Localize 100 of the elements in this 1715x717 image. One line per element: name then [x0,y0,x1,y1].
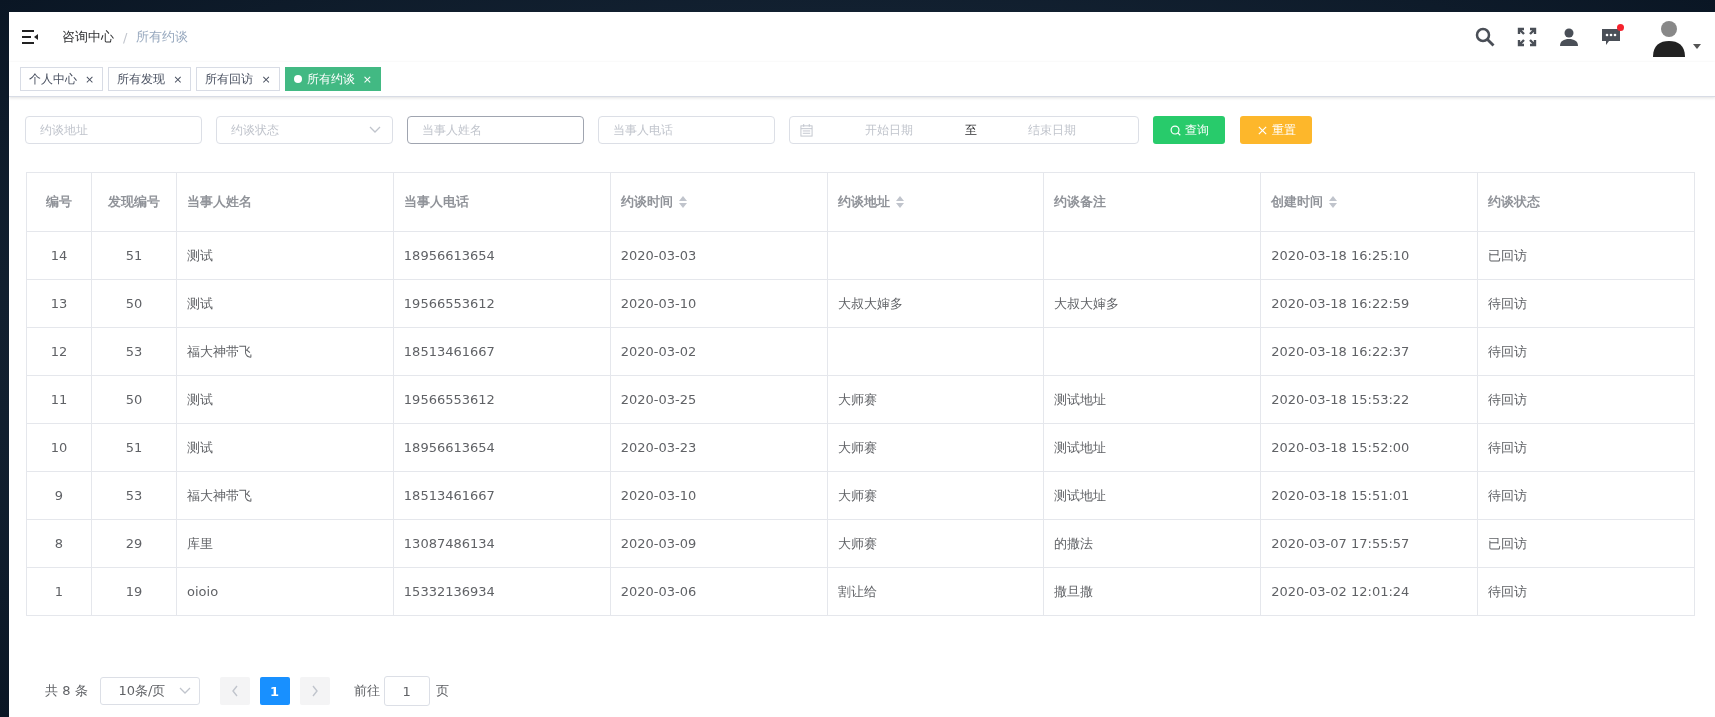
breadcrumb-item: 所有约谈 [136,28,189,46]
range-separator: 至 [964,121,977,139]
table-cell: 15332136934 [403,584,495,599]
table-cell: 50 [125,392,143,407]
table-cell: 18513461667 [403,344,495,359]
column-header: 当事人电话 [393,173,611,232]
table-cell: 2020-03-18 15:53:22 [1271,392,1410,407]
chevron-right-icon [310,685,319,697]
table-cell: 10 [50,440,68,455]
table-cell: 2020-03-18 16:22:59 [1271,296,1410,311]
column-header: 发现编号 [92,173,177,232]
start-date-input[interactable]: 开始日期 [813,122,965,138]
select-field[interactable]: 约谈状态 [216,116,393,144]
table-cell: 大师赛 [837,486,877,505]
column-header: 当事人姓名 [177,173,394,232]
table-cell: 2020-03-06 [620,584,697,599]
calendar-icon [800,123,813,137]
breadcrumb-separator: / [123,29,128,45]
table-cell: 割让给 [837,582,877,601]
goto-label: 前往 [353,682,380,700]
table-cell: 测试地址 [1054,486,1107,505]
table-cell: 19566553612 [403,392,495,407]
column-header: 约谈状态 [1478,173,1695,232]
table-cell: 12 [50,344,68,359]
table-cell: 福大神带飞 [187,486,252,505]
table-cell: 测试 [187,438,213,457]
table-cell: 库里 [187,534,213,553]
table-cell: 2020-03-18 15:52:00 [1271,440,1410,455]
page-input[interactable]: 1 [383,676,430,706]
table-cell: 待回访 [1488,342,1528,361]
chevron-down-icon [178,687,191,695]
table-cell: 大叔大婶多 [1054,294,1120,313]
table-cell: 19 [125,584,143,599]
table-cell: 2020-03-25 [620,392,697,407]
close-icon[interactable]: × [85,72,95,86]
table-cell: 29 [125,536,143,551]
date-range-field[interactable]: 开始日期 至 结束日期 [789,116,1139,144]
table-cell: 14 [50,248,68,263]
tab[interactable]: 所有回访 × [196,67,280,91]
table-cell: 大师赛 [837,390,877,409]
table-cell: 53 [125,488,143,503]
table-cell: 53 [125,344,143,359]
table-cell: 测试 [187,246,213,265]
table-cell: 18956613654 [403,248,495,263]
search-icon [1169,124,1181,136]
total-count: 共 8 条 [45,682,88,700]
table-cell: 2020-03-18 15:51:01 [1271,488,1410,503]
search-icon[interactable] [1475,27,1495,47]
table-cell: 福大神带飞 [187,342,252,361]
table-cell: 13 [50,296,68,311]
table-cell: 13087486134 [403,536,495,551]
table-cell: 测试地址 [1054,390,1107,409]
table-cell: 大叔大婶多 [837,294,903,313]
active-dot-icon [293,75,302,83]
page-unit: 页 [435,682,449,700]
table-cell: 2020-03-03 [620,248,697,263]
caret-icon[interactable] [1693,43,1701,49]
table-cell: 2020-03-18 16:25:10 [1271,248,1410,263]
table-cell: 测试地址 [1054,438,1107,457]
tab-label[interactable]: 所有回访 [205,70,254,88]
table-cell: 2020-03-10 [620,296,697,311]
table-cell: 大师赛 [837,534,877,553]
table-cell: 2020-03-23 [620,440,697,455]
page-size-select[interactable]: 10条/页 [99,677,200,705]
table-cell: 1 [54,584,64,599]
fullscreen-icon[interactable] [1517,27,1537,47]
table-cell: 8 [54,536,64,551]
table-cell: 测试 [187,294,213,313]
close-icon[interactable]: × [173,72,183,86]
table-cell: 18513461667 [403,488,495,503]
table-cell: 51 [125,248,143,263]
table-cell: oioio [187,584,219,599]
table-cell: 19566553612 [403,296,495,311]
close-icon [1256,124,1268,136]
table-cell: 50 [125,296,143,311]
breadcrumb-item[interactable]: 咨询中心 [62,28,114,46]
table-cell: 2020-03-18 16:22:37 [1271,344,1410,359]
table-cell: 已回访 [1488,246,1528,265]
tab-label[interactable]: 所有发现 [117,70,166,88]
table-cell: 2020-03-09 [620,536,697,551]
table-cell: 2020-03-02 12:01:24 [1271,584,1410,599]
table-cell: 待回访 [1488,390,1528,409]
table-cell: 2020-03-10 [620,488,697,503]
table-cell: 9 [54,488,64,503]
end-date-input[interactable]: 结束日期 [976,122,1128,138]
table-cell: 撒旦撒 [1054,582,1094,601]
table-cell: 待回访 [1488,438,1528,457]
table-cell: 测试 [187,390,213,409]
tab[interactable]: 所有发现 × [108,67,192,91]
close-icon[interactable]: × [261,72,271,86]
tab[interactable]: 个人中心 × [20,67,104,91]
table-cell: 已回访 [1488,534,1528,553]
chat-icon[interactable] [1601,27,1621,47]
table-cell: 51 [125,440,143,455]
table-cell: 待回访 [1488,294,1528,313]
tab-label[interactable]: 个人中心 [29,70,77,88]
table-cell: 18956613654 [403,440,495,455]
column-header: 约谈备注 [1044,173,1262,232]
menu-icon[interactable] [22,30,38,44]
user-icon[interactable] [1559,27,1579,47]
